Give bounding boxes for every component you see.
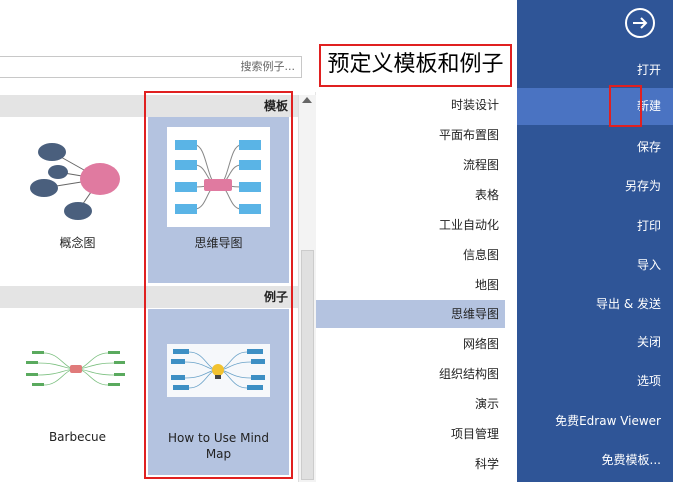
menu-item-free-viewer[interactable]: 免费Edraw Viewer — [555, 411, 661, 431]
vertical-scrollbar[interactable] — [298, 95, 316, 482]
category-item-map[interactable]: 地图 — [315, 271, 505, 299]
category-item-table[interactable]: 表格 — [315, 181, 505, 209]
menu-item-open[interactable]: 打开 — [637, 60, 661, 80]
concept-map-thumbnail-icon — [30, 143, 120, 220]
category-item-network[interactable]: 网络图 — [315, 330, 505, 358]
scroll-thumb[interactable] — [301, 250, 314, 480]
title-highlight-box — [319, 44, 512, 87]
menu-item-export-send[interactable]: 导出 & 发送 — [596, 294, 661, 314]
menu-item-print[interactable]: 打印 — [637, 216, 661, 236]
template-caption-concept-map: 概念图 — [59, 236, 96, 250]
menu-item-free-templates[interactable]: 免费模板... — [602, 450, 661, 470]
category-item-floor-plan[interactable]: 平面布置图 — [315, 121, 505, 149]
category-item-project-management[interactable]: 项目管理 — [315, 420, 505, 448]
category-item-science[interactable]: 科学 — [315, 450, 505, 478]
category-item-industrial-automation[interactable]: 工业自动化 — [315, 211, 505, 239]
backstage-menu: 打开 新建 保存 另存为 打印 导入 导出 & 发送 关闭 选项 免费Edraw… — [517, 0, 673, 482]
menu-item-save-as[interactable]: 另存为 — [625, 176, 661, 196]
back-arrow-button[interactable] — [625, 8, 655, 38]
category-item-infographic[interactable]: 信息图 — [315, 241, 505, 269]
example-thumb-barbecue[interactable] — [24, 347, 127, 391]
templates-examples-highlight-box — [144, 91, 293, 479]
new-item-highlight-box — [609, 85, 642, 127]
arrow-right-icon — [633, 17, 648, 29]
category-item-fashion[interactable]: 时装设计 — [315, 91, 505, 119]
menu-item-save[interactable]: 保存 — [637, 137, 661, 157]
category-item-presentation[interactable]: 演示 — [315, 390, 505, 418]
menu-item-options[interactable]: 选项 — [637, 371, 661, 391]
scroll-up-icon[interactable] — [302, 97, 312, 103]
menu-item-import[interactable]: 导入 — [637, 255, 661, 275]
template-thumb-concept-map[interactable] — [20, 125, 135, 230]
category-item-mind-map[interactable]: 思维导图 — [315, 300, 505, 328]
category-item-org-chart[interactable]: 组织结构图 — [315, 360, 505, 388]
category-item-flowchart[interactable]: 流程图 — [315, 151, 505, 179]
search-input[interactable]: 搜索例子... — [0, 56, 302, 78]
barbecue-thumbnail-icon — [26, 351, 125, 386]
example-caption-barbecue: Barbecue — [48, 430, 107, 444]
menu-item-close[interactable]: 关闭 — [637, 332, 661, 352]
